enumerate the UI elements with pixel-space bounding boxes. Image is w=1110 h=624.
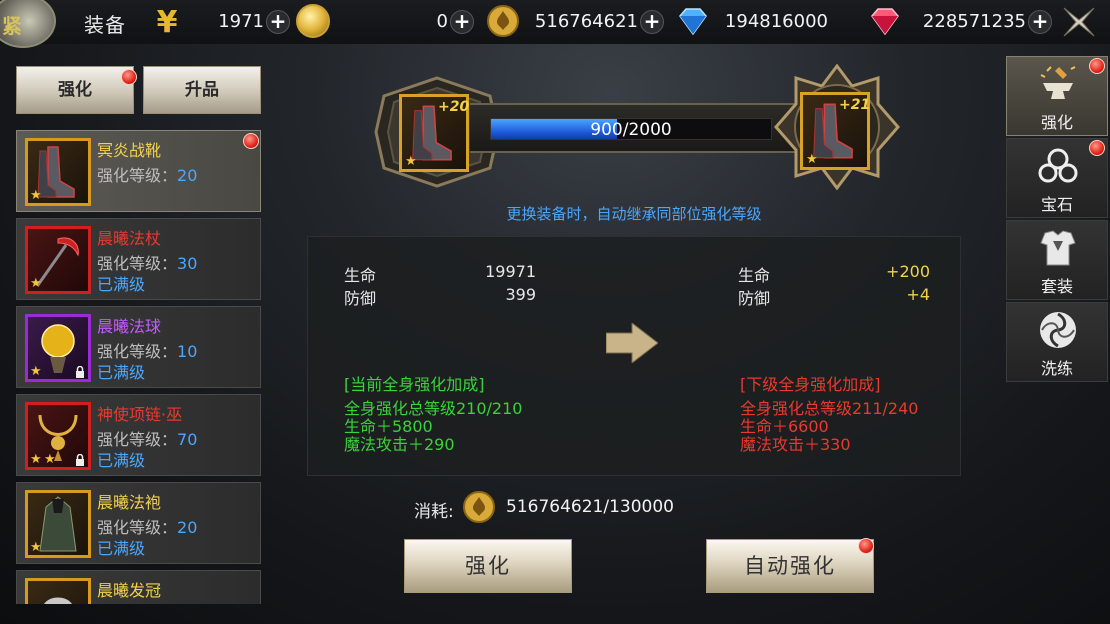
equipment-list[interactable]: ★ 冥炎战靴 强化等级：20 ★ 晨曦法杖 强化等级：30 已满级 ★ 晨曦法球…	[16, 130, 261, 604]
red-gem-amount: 228571235	[922, 11, 1026, 32]
equipment-item[interactable]: ★ 晨曦法袍 强化等级：20 已满级	[16, 482, 261, 564]
currency-blue-diamond: 194816000	[676, 8, 854, 36]
currency-fleur-coin: 516764621 +	[486, 5, 664, 37]
gold-amount: 0	[436, 11, 448, 32]
boots-icon: ★	[25, 138, 91, 206]
hp-value: 19971	[485, 262, 536, 281]
tab-label: 强化	[1040, 113, 1073, 132]
equipment-item[interactable]: ★ 冥炎战靴 强化等级：20	[16, 130, 261, 212]
item-notification-badge	[243, 133, 259, 149]
fleur-coin-icon	[487, 5, 519, 37]
fleur-coin-amount: 516764621	[534, 11, 638, 32]
equipment-item[interactable]: ★ ★ 神使项链·巫 强化等级：70 已满级	[16, 394, 261, 476]
add-yen-button[interactable]: +	[266, 10, 290, 34]
gem-icon	[1038, 148, 1078, 183]
emblem-char: 紧	[2, 14, 22, 38]
swirl-icon	[1040, 312, 1076, 348]
boots-icon: ★ +20	[399, 94, 469, 172]
hp-gain: +200	[886, 262, 930, 281]
equipment-name: 晨曦法球	[97, 317, 162, 336]
equipment-maxed: 已满级	[97, 275, 146, 294]
lock-icon	[76, 454, 84, 466]
current-level: +20	[438, 99, 470, 115]
right-strengthen-notification-badge	[1089, 58, 1105, 74]
hp-label: 生命	[344, 266, 377, 285]
def-value: 399	[505, 285, 536, 304]
equipment-maxed: 已满级	[97, 539, 146, 558]
player-emblem-icon[interactable]: 紧	[0, 0, 56, 48]
top-bar: 紧 装备 ¥ 1971 + 0 + 516764621 + 194816000 …	[0, 0, 1110, 48]
strengthen-button[interactable]: 强化	[404, 539, 572, 593]
auto-strengthen-button[interactable]: 自动强化	[706, 539, 874, 593]
equipment-name: 神使项链·巫	[97, 405, 183, 424]
equipment-name: 晨曦法杖	[97, 229, 162, 248]
equipment-item[interactable]: ★ 晨曦法杖 强化等级：30 已满级	[16, 218, 261, 300]
anvil-icon	[1040, 66, 1076, 99]
yen-icon: ¥	[157, 5, 178, 38]
equipment-maxed: 已满级	[97, 363, 146, 382]
yen-amount: 1971	[218, 11, 264, 32]
arrow-right-icon	[606, 323, 658, 363]
currency-yen: ¥ 1971 +	[150, 5, 290, 38]
add-fleur-coin-button[interactable]: +	[640, 10, 664, 34]
next-equipment-frame: ★ +21	[786, 76, 890, 180]
equipment-name: 冥炎战靴	[97, 141, 162, 160]
gold-coin-icon	[296, 4, 330, 38]
progress-text: 900/2000	[590, 120, 672, 140]
page-title: 装备	[84, 13, 126, 37]
def-gain: +4	[906, 285, 930, 304]
equipment-name: 晨曦发冠	[97, 581, 162, 600]
tab-right-set[interactable]: 套装	[1006, 220, 1108, 300]
progress-track: 900/2000	[490, 118, 772, 140]
stats-panel: 生命 防御 19971 399 生命 防御 +200 +4 [当前全身强化加成]…	[307, 236, 961, 476]
next-bonus-title: [下级全身强化加成]	[740, 375, 881, 394]
robe-icon: ★	[25, 490, 91, 558]
red-gem-icon	[871, 8, 899, 36]
current-bonus-title: [当前全身强化加成]	[344, 375, 485, 394]
fleur-coin-icon	[463, 491, 495, 523]
next-matk-bonus: 魔法攻击＋330	[740, 435, 851, 454]
crown-icon	[25, 578, 91, 604]
blue-diamond-amount: 194816000	[724, 11, 828, 32]
tab-right-refine[interactable]: 洗练	[1006, 302, 1108, 382]
necklace-icon: ★ ★	[25, 402, 91, 470]
currency-gold: 0 +	[296, 4, 474, 38]
lock-icon	[76, 366, 84, 378]
next-level: +21	[839, 97, 871, 113]
cost-label: 消耗:	[414, 502, 454, 522]
equipment-item[interactable]: ★ 晨曦法球 强化等级：10 已满级	[16, 306, 261, 388]
right-gem-notification-badge	[1089, 140, 1105, 156]
staff-icon: ★	[25, 226, 91, 294]
inherit-hint: 更换装备时，自动继承同部位强化等级	[506, 205, 762, 223]
equipment-name: 晨曦法袍	[97, 493, 162, 512]
equipment-maxed: 已满级	[97, 451, 146, 470]
add-red-gem-button[interactable]: +	[1028, 10, 1052, 34]
progress-bar-frame: 900/2000	[470, 103, 796, 153]
next-def-label: 防御	[738, 289, 771, 308]
armor-icon	[1040, 230, 1076, 266]
current-matk-bonus: 魔法攻击＋290	[344, 435, 455, 454]
def-label: 防御	[344, 289, 377, 308]
tab-upgrade[interactable]: 升品	[143, 66, 261, 114]
svg-text:¥: ¥	[157, 5, 178, 38]
tab-label: 宝石	[1040, 195, 1073, 214]
equipment-item[interactable]: 晨曦发冠	[16, 570, 261, 604]
boots-icon: ★ +21	[800, 92, 870, 170]
cost-value: 516764621/130000	[506, 497, 674, 517]
equipment-level: 强化等级：20	[97, 166, 198, 185]
close-icon[interactable]	[1060, 4, 1098, 40]
tab-strengthen[interactable]: 强化	[16, 66, 134, 114]
next-hp-label: 生命	[738, 266, 771, 285]
tab-label: 洗练	[1040, 359, 1073, 378]
blue-diamond-icon	[679, 8, 707, 36]
currency-red-gem: 228571235 +	[868, 8, 1052, 36]
auto-strengthen-notification-badge	[858, 538, 874, 554]
orb-icon: ★	[25, 314, 91, 382]
tab-label: 套装	[1040, 277, 1073, 296]
tab-strengthen-notification-badge	[121, 69, 137, 85]
add-gold-button[interactable]: +	[450, 10, 474, 34]
